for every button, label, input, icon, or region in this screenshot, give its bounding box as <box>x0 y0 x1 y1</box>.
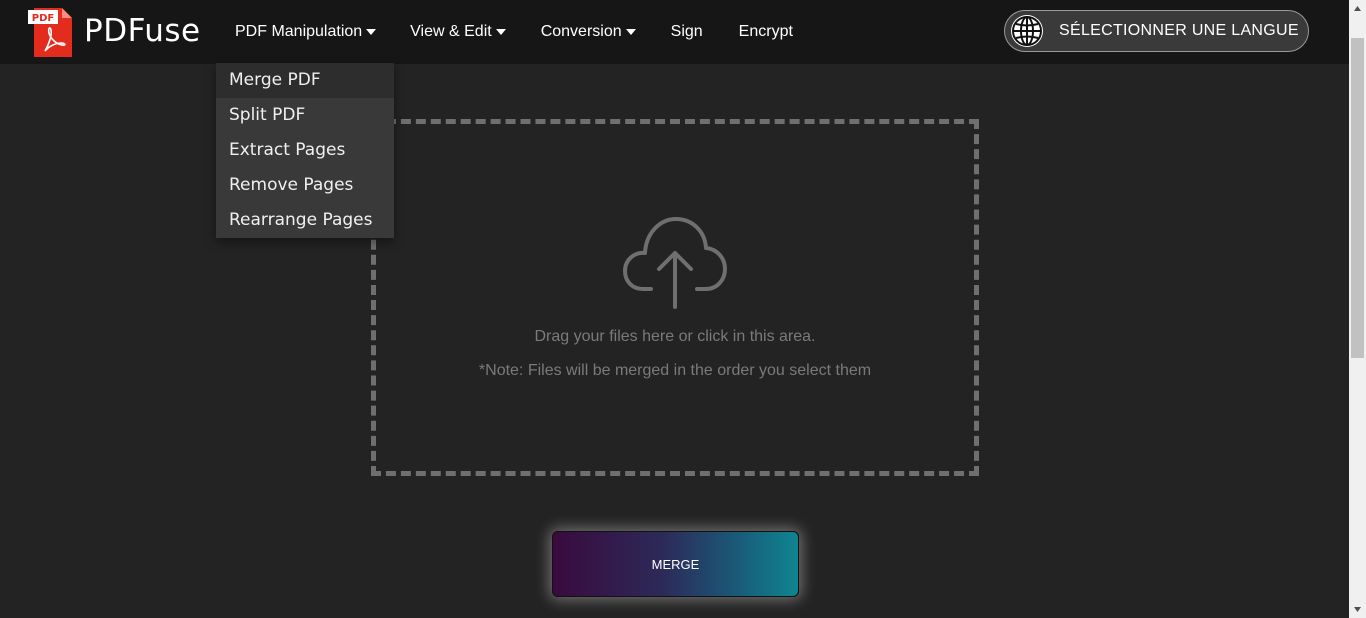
nav-sign-label: Sign <box>670 23 703 40</box>
language-select-button[interactable]: SÉLECTIONNER UNE LANGUE <box>1004 10 1309 52</box>
scrollbar-thumb[interactable] <box>1351 38 1364 358</box>
nav-conversion[interactable]: Conversion <box>541 23 636 41</box>
caret-down-icon <box>366 29 377 35</box>
pdf-icon-label: PDF <box>32 13 54 24</box>
main-nav: PDF Manipulation View & Edit Conversion … <box>235 0 793 64</box>
nav-conversion-label: Conversion <box>540 23 622 40</box>
merge-button[interactable]: MERGE <box>552 531 799 597</box>
nav-encrypt[interactable]: Encrypt <box>739 23 793 41</box>
nav-sign[interactable]: Sign <box>671 23 703 41</box>
nav-pdf-manipulation[interactable]: PDF Manipulation <box>235 23 377 41</box>
menu-item-rearrange-pages[interactable]: Rearrange Pages <box>216 203 394 238</box>
merge-order-note: *Note: Files will be merged in the order… <box>478 362 872 379</box>
brand-logo[interactable]: PDF PDFuse <box>28 4 201 58</box>
nav-view-edit-label: View & Edit <box>410 23 492 40</box>
pdf-manipulation-dropdown: Merge PDF Split PDF Extract Pages Remove… <box>216 63 394 238</box>
nav-pdf-manipulation-label: PDF Manipulation <box>235 23 363 40</box>
nav-encrypt-label: Encrypt <box>738 23 793 40</box>
top-navbar: PDF PDFuse PDF Manipulation View & Edit … <box>0 0 1349 64</box>
caret-down-icon <box>495 29 506 35</box>
scroll-up-arrow-icon[interactable] <box>1349 0 1366 17</box>
menu-item-remove-pages[interactable]: Remove Pages <box>216 168 394 203</box>
nav-view-edit[interactable]: View & Edit <box>410 23 506 41</box>
language-button-label: SÉLECTIONNER UNE LANGUE <box>1059 22 1299 39</box>
menu-item-extract-pages[interactable]: Extract Pages <box>216 133 394 168</box>
globe-icon <box>1011 15 1043 47</box>
merge-button-label: MERGE <box>651 556 700 572</box>
brand-name: PDFuse <box>84 13 201 49</box>
scroll-down-arrow-icon[interactable] <box>1349 601 1366 618</box>
cloud-upload-icon <box>623 217 727 309</box>
caret-down-icon <box>625 29 636 35</box>
drop-instructions: Drag your files here or click in this ar… <box>534 328 816 345</box>
pdf-file-icon: PDF <box>28 4 74 58</box>
menu-item-split-pdf[interactable]: Split PDF <box>216 98 394 133</box>
menu-item-merge-pdf[interactable]: Merge PDF <box>216 63 394 98</box>
